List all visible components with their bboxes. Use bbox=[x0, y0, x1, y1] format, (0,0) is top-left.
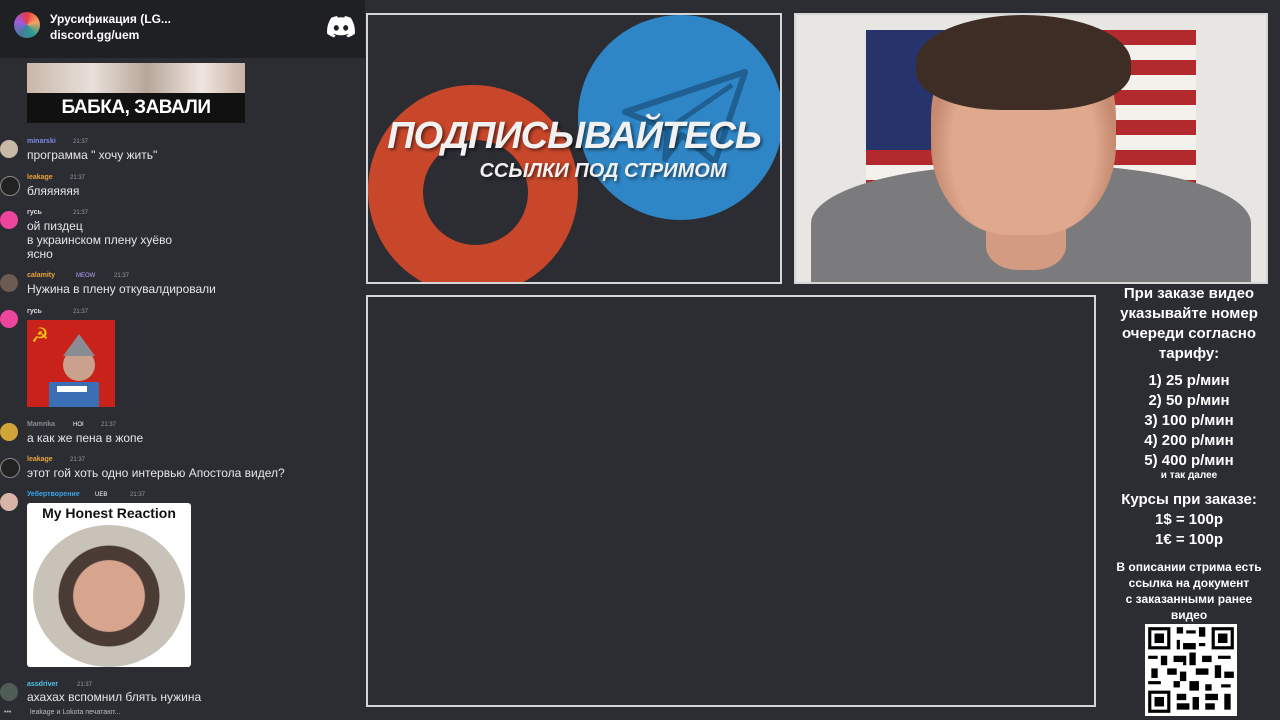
username[interactable]: Mamnka bbox=[27, 421, 55, 428]
doc-note-line: видео bbox=[1170, 608, 1208, 622]
doc-note-line: с заказанными ранее bbox=[1125, 592, 1253, 606]
avatar[interactable] bbox=[0, 211, 18, 229]
avatar[interactable] bbox=[0, 493, 18, 511]
info-heading-line: При заказе видео bbox=[1123, 285, 1255, 302]
message-text: в украинском плену хуёво bbox=[27, 233, 173, 247]
video-player-frame[interactable] bbox=[366, 295, 1096, 707]
meme-caption: БАБКА, ЗАВАЛИ ЕБАЛО bbox=[27, 93, 245, 123]
subscribe-promo-panel: ПОДПИСЫВАЙТЕСЬ ССЫЛКИ ПОД СТРИМОМ bbox=[366, 13, 782, 284]
avatar[interactable] bbox=[0, 176, 20, 196]
timestamp: 21:37 bbox=[130, 492, 146, 498]
message-text: ахахах вспомнил блять нужина bbox=[27, 690, 202, 704]
typing-dots-icon: ••• bbox=[4, 709, 12, 716]
meme-image-babka[interactable]: БАБКА, ЗАВАЛИ ЕБАЛО bbox=[27, 63, 245, 123]
qr-code-icon[interactable] bbox=[1145, 624, 1237, 716]
role-badge: UEB bbox=[95, 492, 108, 498]
doc-note-line: ссылка на документ bbox=[1128, 576, 1250, 590]
role-badge: MEOW bbox=[76, 273, 96, 279]
timestamp: 21:37 bbox=[73, 210, 89, 216]
rate-item: 1$ = 100р bbox=[1155, 511, 1223, 528]
role-badge: HOI bbox=[73, 422, 84, 428]
timestamp: 21:37 bbox=[70, 175, 86, 181]
avatar[interactable] bbox=[0, 274, 18, 292]
rate-item: 1€ = 100р bbox=[1155, 531, 1223, 548]
server-icon bbox=[14, 12, 40, 38]
message-text: Нужина в плену откувалдировали bbox=[27, 282, 216, 296]
discord-header: Урусификация (LG... discord.gg/uem bbox=[0, 0, 365, 58]
username[interactable]: leakage bbox=[27, 456, 53, 463]
discord-logo-icon bbox=[327, 16, 355, 38]
tariff-item: 4) 200 р/мин bbox=[1144, 432, 1234, 449]
tariff-item: 3) 100 р/мин bbox=[1144, 412, 1234, 429]
message-text: программа " хочу жить" bbox=[27, 148, 158, 162]
server-invite-link[interactable]: discord.gg/uem bbox=[50, 28, 139, 42]
info-heading-line: очереди согласно bbox=[1121, 325, 1257, 342]
timestamp: 21:37 bbox=[70, 457, 86, 463]
streamer-hair bbox=[916, 15, 1131, 110]
discord-chat-overlay: Урусификация (LG... discord.gg/uem БАБКА… bbox=[0, 0, 365, 720]
server-name: Урусификация (LG... bbox=[50, 12, 171, 26]
meme-image-honest-reaction[interactable]: My Honest Reaction bbox=[27, 503, 191, 667]
timestamp: 21:37 bbox=[73, 139, 89, 145]
message-text: бляяяяяя bbox=[27, 184, 80, 198]
message-text: ой пиздец bbox=[27, 219, 83, 233]
timestamp: 21:37 bbox=[101, 422, 117, 428]
tariff-etc: и так далее bbox=[1160, 470, 1218, 481]
meme-image-content: ☭ bbox=[31, 325, 99, 407]
webcam-feed bbox=[794, 13, 1268, 284]
username[interactable]: calamity bbox=[27, 272, 55, 279]
username[interactable]: assdriver bbox=[27, 681, 58, 688]
doc-note-line: В описании стрима есть bbox=[1116, 560, 1262, 574]
username[interactable]: minarski bbox=[27, 138, 56, 145]
svg-text:☭: ☭ bbox=[31, 325, 49, 347]
info-heading-line: указывайте номер bbox=[1120, 305, 1258, 322]
tariff-item: 5) 400 р/мин bbox=[1144, 452, 1234, 469]
avatar[interactable] bbox=[0, 310, 18, 328]
order-info-panel: При заказе видео указывайте номер очеред… bbox=[1098, 284, 1280, 720]
tariff-item: 1) 25 р/мин bbox=[1148, 372, 1230, 389]
message-text: а как же пена в жопе bbox=[27, 431, 144, 445]
avatar[interactable] bbox=[0, 140, 18, 158]
rates-title: Курсы при заказе: bbox=[1121, 491, 1257, 508]
timestamp: 21:37 bbox=[73, 309, 89, 315]
meme-face-photo bbox=[33, 525, 185, 667]
username[interactable]: гусь bbox=[27, 209, 42, 216]
timestamp: 21:37 bbox=[114, 273, 130, 279]
promo-subtitle: ССЫЛКИ ПОД СТРИМОМ bbox=[479, 160, 727, 182]
meme-caption: My Honest Reaction bbox=[42, 505, 176, 521]
avatar[interactable] bbox=[0, 458, 20, 478]
username[interactable]: гусь bbox=[27, 308, 42, 315]
username[interactable]: leakage bbox=[27, 174, 53, 181]
username[interactable]: Уебертворение bbox=[27, 491, 80, 498]
promo-title: ПОДПИСЫВАЙТЕСЬ bbox=[387, 115, 762, 157]
message-text: ясно bbox=[27, 247, 53, 261]
meme-photo bbox=[27, 63, 245, 93]
timestamp: 21:37 bbox=[77, 682, 93, 688]
tariff-item: 2) 50 р/мин bbox=[1148, 392, 1230, 409]
message-text: этот гой хоть одно интервью Апостола вид… bbox=[27, 466, 285, 480]
typing-indicator: leakage и Lokota печатают... bbox=[30, 709, 121, 716]
avatar[interactable] bbox=[0, 423, 18, 441]
meme-image-hammer-sickle[interactable]: ☭ bbox=[27, 320, 115, 407]
avatar[interactable] bbox=[0, 683, 18, 701]
info-heading-line: тарифу: bbox=[1158, 345, 1220, 362]
